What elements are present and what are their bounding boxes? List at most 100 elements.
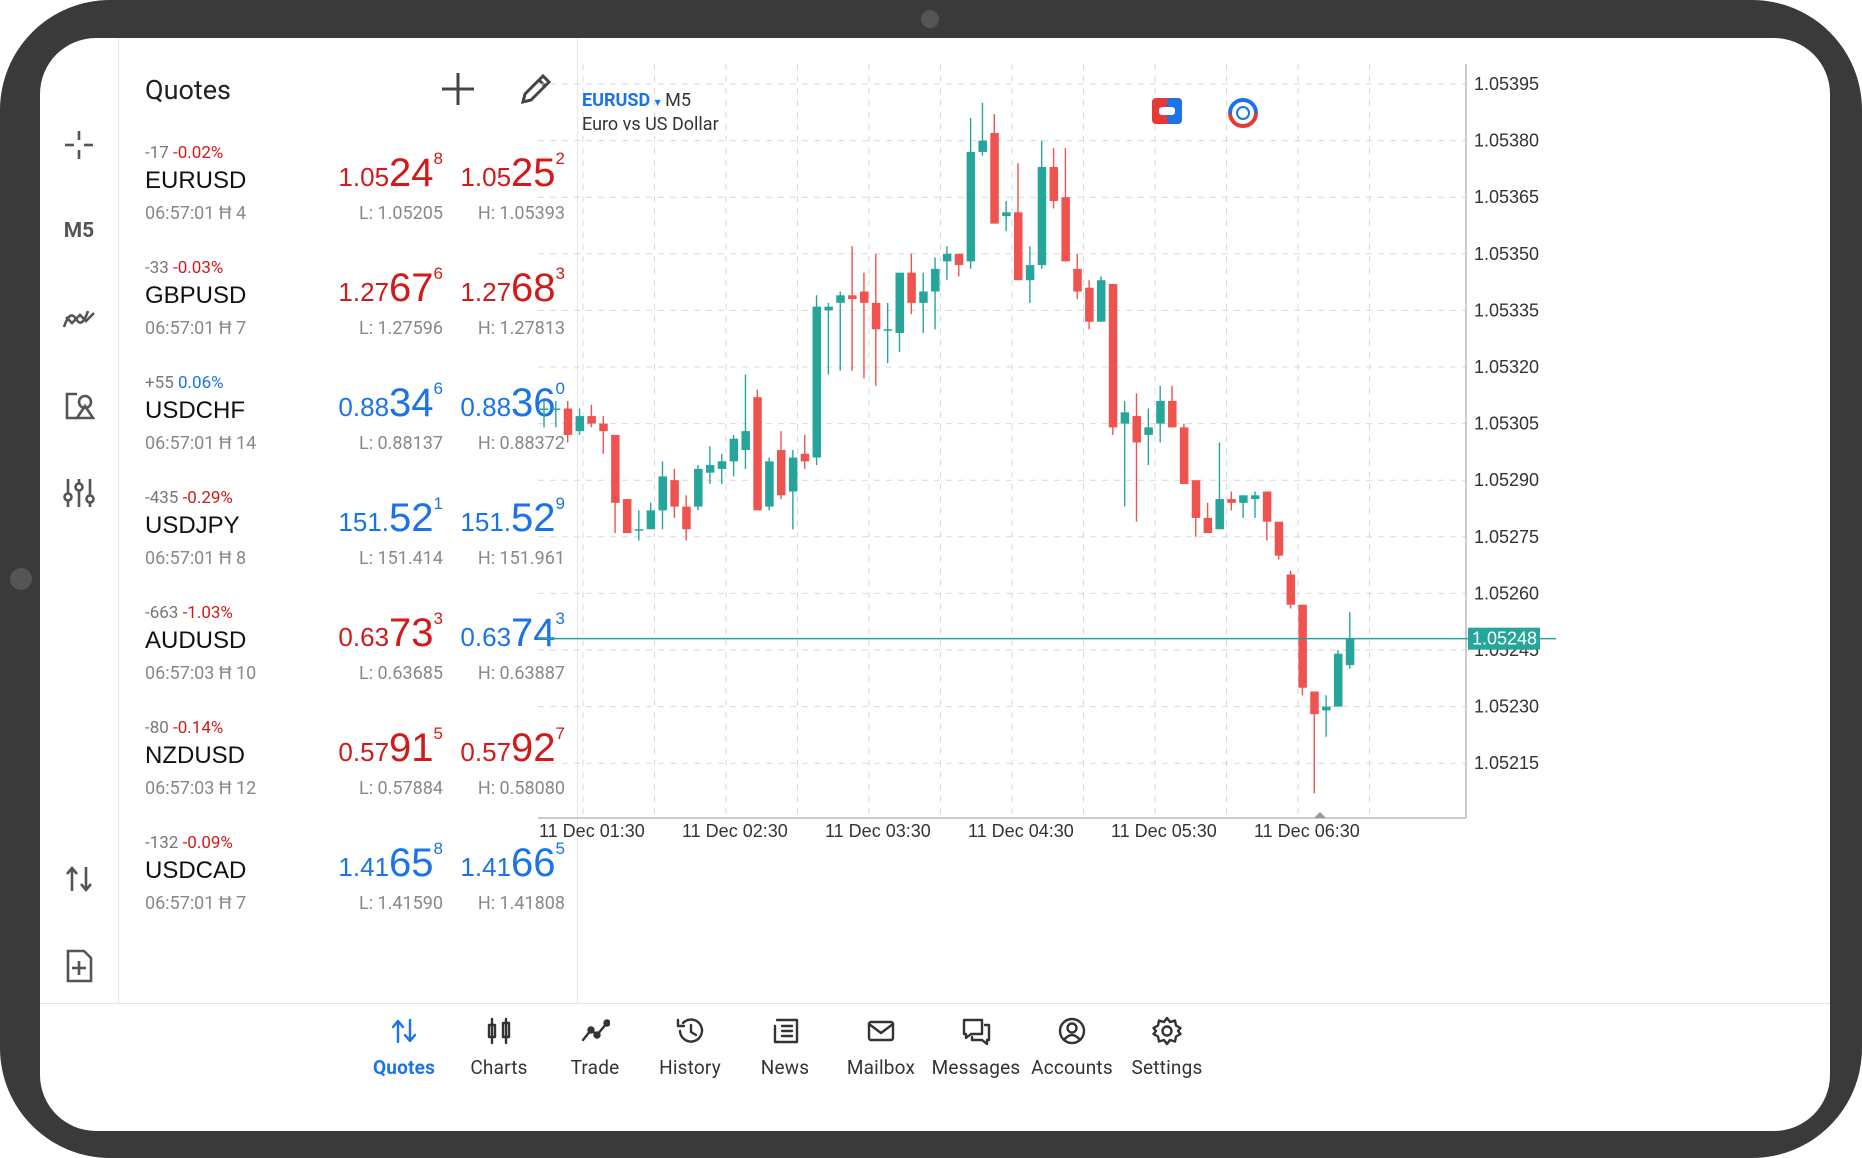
candle-body — [1132, 416, 1141, 443]
bid-big: 24 — [389, 151, 434, 195]
ask-small: 151. — [460, 507, 512, 537]
quote-row-nzdusd[interactable]: -80 -0.14% NZDUSD 06:57:03 Ħ 12 0.57915 0.57… — [119, 712, 577, 827]
nav-history[interactable]: History — [635, 1016, 745, 1100]
nav-messages[interactable]: Messages — [921, 1016, 1031, 1100]
price-tick-label: 1.05290 — [1474, 470, 1539, 490]
low-price: L: 0.88137 — [359, 433, 443, 454]
candle-body — [859, 291, 869, 303]
time-tick-label: 11 Dec 01:30 — [539, 821, 645, 841]
nav-news[interactable]: News — [730, 1016, 840, 1100]
low-price: L: 0.57884 — [359, 778, 443, 799]
change-points: -33 — [145, 258, 169, 278]
add-symbol-icon[interactable] — [437, 68, 479, 110]
nav-label: Settings — [1131, 1056, 1203, 1079]
quote-row-usdcad[interactable]: -132 -0.09% USDCAD 06:57:01 Ħ 7 1.41658 1.41… — [119, 827, 577, 942]
candle-body — [540, 408, 549, 411]
timeframe-button[interactable]: M5 — [40, 206, 118, 256]
candle-body — [1156, 400, 1165, 424]
quote-row-usdjpy[interactable]: -435 -0.29% USDJPY 06:57:01 Ħ 8 151.521 151.… — [119, 482, 577, 597]
chart-timeframe: M5 — [665, 90, 691, 111]
time-value: 06:57:01 — [145, 203, 215, 224]
bid-sup: 1 — [433, 494, 443, 513]
change-points: -663 — [145, 603, 179, 623]
bid-big: 52 — [389, 496, 434, 540]
quote-row-eurusd[interactable]: -17 -0.02% EURUSD 06:57:01 Ħ 4 1.05248 1.052… — [119, 137, 577, 252]
trade-arrows-icon[interactable] — [40, 854, 118, 904]
candle-body — [1120, 412, 1130, 424]
candle-body — [1191, 480, 1201, 518]
candle-body — [563, 408, 573, 435]
home-button — [10, 568, 32, 590]
nav-accounts[interactable]: Accounts — [1017, 1016, 1127, 1100]
candle-body — [1274, 521, 1284, 556]
spread-icon: Ħ — [218, 548, 232, 569]
ask-small: 1.41 — [460, 852, 512, 882]
account-icon — [1058, 1017, 1086, 1045]
nav-settings[interactable]: Settings — [1112, 1016, 1222, 1100]
objects-icon[interactable] — [40, 381, 118, 431]
bottom-navigation: Quotes Charts Trade History News Mailbox Messa… — [40, 1003, 1830, 1132]
change-percent: -0.14% — [173, 718, 224, 738]
quote-row-gbpusd[interactable]: -33 -0.03% GBPUSD 06:57:01 Ħ 7 1.27676 1.276… — [119, 252, 577, 367]
settings-sliders-icon[interactable] — [40, 468, 118, 518]
bid-price[interactable]: 1.41658 — [338, 839, 443, 889]
quotes-panel: Quotes -17 -0.02% EURUSD 06:57:01 Ħ 4 1.052… — [118, 38, 578, 1003]
chart-area[interactable]: 1.05395 1.05380 1.05365 1.05350 1.05335 1.053… — [538, 38, 1830, 1003]
candle-body — [895, 272, 904, 334]
bid-price[interactable]: 1.05248 — [338, 149, 443, 199]
bid-price[interactable]: 0.57915 — [338, 724, 443, 774]
time-value: 06:57:03 — [145, 663, 215, 684]
spread-icon: Ħ — [218, 318, 232, 339]
candle-body — [1096, 280, 1106, 322]
spread-icon: Ħ — [218, 893, 232, 914]
candle-body — [1215, 499, 1224, 530]
nav-mailbox[interactable]: Mailbox — [826, 1016, 936, 1100]
low-price: L: 1.05205 — [359, 203, 443, 224]
bid-price[interactable]: 151.521 — [338, 494, 443, 544]
one-click-trading-icon[interactable] — [1152, 98, 1182, 128]
ask-small: 0.88 — [460, 392, 512, 422]
candle-body — [942, 253, 952, 262]
candle-body — [931, 268, 940, 292]
change-percent: -0.29% — [182, 488, 233, 508]
market-clock-icon[interactable] — [1228, 98, 1258, 132]
candle-body — [1061, 197, 1070, 262]
bid-small: 151. — [338, 507, 390, 537]
change-percent: -1.03% — [182, 603, 233, 623]
chart-symbol-label[interactable]: EURUSD ▾ M5 — [582, 90, 691, 111]
bid-big: 67 — [389, 266, 434, 310]
nav-quotes[interactable]: Quotes — [349, 1016, 459, 1100]
quote-time: 06:57:01 Ħ 7 — [145, 893, 246, 914]
change-text: -663 -1.03% — [145, 603, 233, 623]
bid-price[interactable]: 1.27676 — [338, 264, 443, 314]
change-points: +55 — [145, 373, 174, 393]
quotes-arrows-icon — [391, 1018, 417, 1044]
candle-body — [788, 457, 798, 492]
spread-value: 10 — [235, 663, 257, 684]
quote-row-audusd[interactable]: -663 -1.03% AUDUSD 06:57:03 Ħ 10 0.63733 0.6… — [119, 597, 577, 712]
time-value: 06:57:01 — [145, 893, 215, 914]
candle-body — [871, 302, 881, 330]
candle-body — [729, 438, 739, 462]
low-price: L: 151.414 — [359, 548, 443, 569]
nav-trade[interactable]: Trade — [540, 1016, 650, 1100]
crosshair-icon[interactable] — [40, 120, 118, 170]
nav-charts[interactable]: Charts — [444, 1016, 554, 1100]
bid-price[interactable]: 0.88346 — [338, 379, 443, 429]
candle-body — [1073, 268, 1082, 292]
nav-label: News — [760, 1056, 810, 1079]
camera-dot — [921, 10, 939, 28]
symbol-name: AUDUSD — [145, 627, 247, 654]
time-tick-label: 11 Dec 03:30 — [825, 821, 931, 841]
candlestick-chart[interactable]: 1.05395 1.05380 1.05365 1.05350 1.05335 1.053… — [538, 38, 1830, 1003]
quote-time: 06:57:01 Ħ 7 — [145, 318, 246, 339]
chart-description: Euro vs US Dollar — [582, 114, 719, 135]
candle-body — [1168, 400, 1177, 428]
change-points: -132 — [145, 833, 179, 853]
bid-price[interactable]: 0.63733 — [338, 609, 443, 659]
new-order-icon[interactable] — [40, 941, 118, 991]
quote-row-usdchf[interactable]: +55 0.06% USDCHF 06:57:01 Ħ 14 0.88346 0.883… — [119, 367, 577, 482]
change-points: -80 — [145, 718, 169, 738]
time-tick-label: 11 Dec 02:30 — [682, 821, 788, 841]
indicators-icon[interactable] — [40, 293, 118, 343]
